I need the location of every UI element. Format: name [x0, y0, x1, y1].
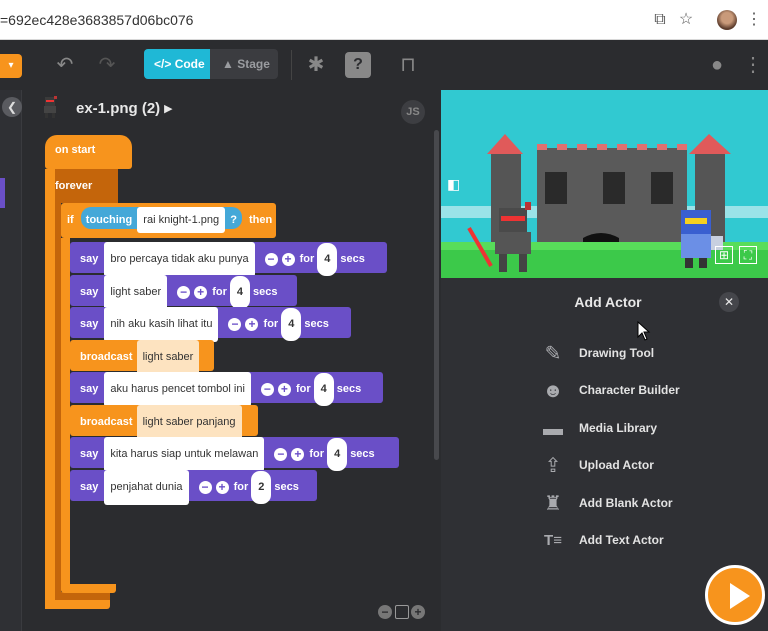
more-menu-icon[interactable]: ⋮: [740, 52, 766, 78]
say-block[interactable]: say penjahat dunia − + for 2 secs: [70, 470, 317, 505]
back-icon[interactable]: ❮: [2, 97, 22, 117]
browser-address-bar[interactable]: =692ec428e3683857d06bc076 ⧉ ☆ ⋮: [0, 0, 768, 40]
on-start-spine: [45, 169, 55, 609]
forever-block[interactable]: forever: [55, 169, 118, 203]
bookmark-star-icon[interactable]: ☆: [676, 10, 696, 30]
view-switch: </> Code ▲ Stage: [144, 49, 278, 79]
forever-footer: [55, 592, 110, 600]
zoom-out-icon[interactable]: −: [378, 605, 392, 619]
touching-condition[interactable]: touching rai knight-1.png ?: [80, 207, 242, 234]
stage-collapse-icon[interactable]: ◧: [447, 176, 460, 193]
code-editor[interactable]: ❮ ex-1.png (2) ▸ JS on start forever if …: [0, 90, 441, 631]
minus-icon[interactable]: −: [274, 447, 288, 461]
palette-category-marker: [0, 178, 5, 208]
folder-icon: ▬: [543, 418, 563, 440]
undo-icon[interactable]: ↶: [52, 52, 78, 78]
touching-target[interactable]: rai knight-1.png: [137, 207, 226, 234]
stage-preview[interactable]: ◧ ⊞ ⛶: [441, 90, 768, 278]
if-spine: [61, 238, 70, 588]
zoom-reset-icon[interactable]: [395, 605, 409, 619]
if-footer: [61, 584, 116, 593]
cast-icon[interactable]: ⧉: [650, 10, 670, 30]
menu-item-upload-actor[interactable]: ⇪ Upload Actor: [539, 452, 739, 480]
minus-icon[interactable]: −: [177, 285, 191, 299]
plus-icon[interactable]: +: [215, 480, 229, 494]
plus-icon[interactable]: +: [291, 447, 305, 461]
smiley-face-icon: ☻: [542, 380, 564, 402]
bug-icon[interactable]: ✱: [303, 52, 329, 78]
help-icon[interactable]: ?: [345, 52, 371, 78]
spy-icon: ♜: [544, 493, 562, 515]
say-block[interactable]: say kita harus siap untuk melawan − + for 4 s…: [70, 437, 399, 472]
sidebar-toggle-button[interactable]: ▾: [0, 54, 22, 78]
on-start-footer: [45, 600, 110, 609]
menu-item-add-blank-actor[interactable]: ♜ Add Blank Actor: [539, 490, 739, 518]
redo-icon[interactable]: ↷: [94, 52, 120, 78]
menu-item-media-library[interactable]: ▬ Media Library: [539, 415, 739, 443]
menu-item-drawing-tool[interactable]: ✎ Drawing Tool: [539, 340, 739, 368]
zoom-controls: − +: [378, 605, 426, 621]
say-block[interactable]: say bro percaya tidak aku punya − + for 4 sec…: [70, 242, 387, 277]
minus-icon[interactable]: −: [264, 252, 278, 266]
browser-menu-icon[interactable]: ⋮: [744, 10, 764, 30]
text-actor-icon: T≡: [544, 532, 562, 549]
block-palette-strip[interactable]: ❮: [0, 90, 22, 631]
say-block[interactable]: say aku harus pencet tombol ini − + for 4 sec…: [70, 372, 383, 407]
user-icon[interactable]: ●: [704, 52, 730, 78]
plus-icon[interactable]: +: [245, 317, 259, 331]
paint-bucket-icon: ✎: [544, 343, 562, 365]
close-icon[interactable]: ✕: [719, 292, 739, 312]
code-tab[interactable]: </> Code: [144, 49, 210, 79]
minus-icon[interactable]: −: [260, 382, 274, 396]
app-toolbar: ▾ ↶ ↷ </> Code ▲ Stage ✱ ? ⊓ ● ⋮: [0, 40, 768, 90]
mouse-cursor-icon: [637, 321, 651, 341]
plus-icon[interactable]: +: [281, 252, 295, 266]
stage-tab[interactable]: ▲ Stage: [214, 49, 278, 79]
broadcast-block[interactable]: broadcast light saber: [70, 340, 214, 375]
play-button[interactable]: [705, 565, 765, 625]
url-text[interactable]: =692ec428e3683857d06bc076: [0, 12, 193, 28]
upload-icon: ⇪: [544, 455, 562, 477]
zoom-in-icon[interactable]: +: [411, 605, 425, 619]
say-block[interactable]: say nih aku kasih lihat itu − + for 4 secs: [70, 307, 351, 342]
toolbar-divider: [291, 50, 292, 80]
file-name[interactable]: ex-1.png (2) ▸: [76, 99, 172, 117]
say-block[interactable]: say light saber − + for 4 secs: [70, 275, 297, 310]
fullscreen-icon[interactable]: ⛶: [739, 246, 757, 264]
menu-item-character-builder[interactable]: ☻ Character Builder: [539, 377, 739, 405]
actor-thumbnail-icon: [44, 96, 57, 118]
minus-icon[interactable]: −: [228, 317, 242, 331]
plus-icon[interactable]: +: [194, 285, 208, 299]
editor-scrollbar[interactable]: [434, 130, 439, 460]
profile-avatar[interactable]: [717, 10, 737, 30]
if-block[interactable]: if touching rai knight-1.png ? then: [61, 203, 276, 238]
backpack-icon[interactable]: ⊓: [395, 52, 421, 78]
plus-icon[interactable]: +: [277, 382, 291, 396]
on-start-block[interactable]: on start: [45, 135, 132, 169]
grid-view-icon[interactable]: ⊞: [715, 246, 733, 264]
js-toggle-button[interactable]: JS: [401, 100, 425, 124]
broadcast-block[interactable]: broadcast light saber panjang: [70, 405, 258, 440]
minus-icon[interactable]: −: [198, 480, 212, 494]
menu-item-add-text-actor[interactable]: T≡ Add Text Actor: [539, 527, 739, 555]
